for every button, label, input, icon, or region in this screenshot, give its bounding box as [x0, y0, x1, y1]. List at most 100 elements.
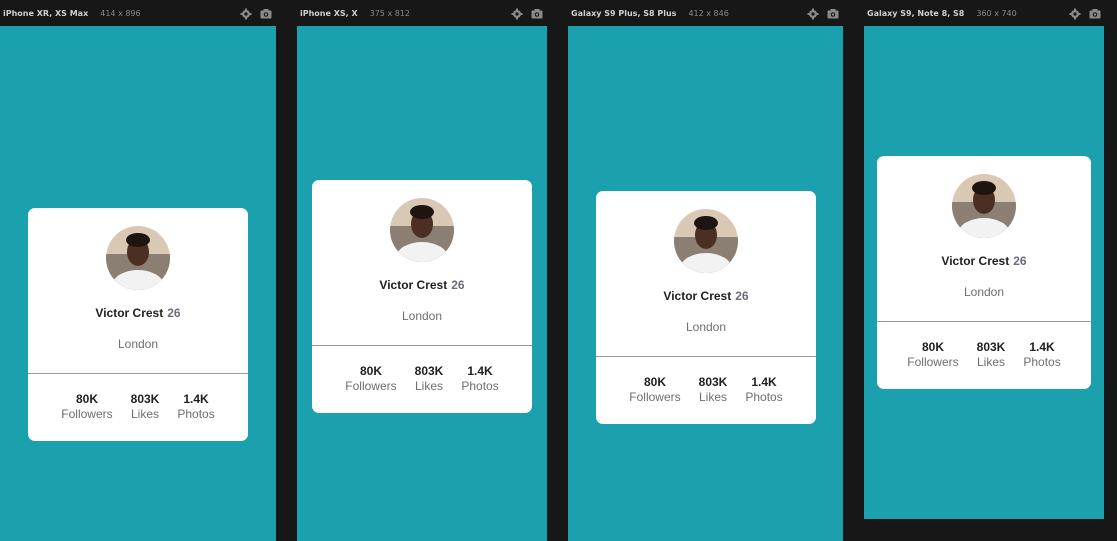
device-name: Galaxy S9 Plus, S8 Plus — [571, 8, 677, 18]
stat-likes: 803K Likes — [977, 340, 1006, 370]
profile-name: Victor Crest — [663, 289, 732, 303]
stat-label: Photos — [461, 379, 499, 393]
stat-label: Likes — [976, 355, 1005, 369]
stat-label: Likes — [414, 379, 443, 393]
device-name: iPhone XR, XS Max — [3, 8, 89, 18]
device-frame-iphone-xr: iPhone XR, XS Max 414 x 896 Victor Crest… — [0, 0, 276, 541]
profile-card: Victor Crest 26 London 80K Followers 803K L… — [877, 156, 1091, 389]
device-frame-galaxy-s9: Galaxy S9, Note 8, S8 360 x 740 Victor C… — [864, 0, 1104, 541]
device-size: 414 x 896 — [100, 8, 141, 18]
profile-name-line: Victor Crest 26 — [312, 278, 532, 292]
device-tools — [807, 8, 839, 20]
stat-photos: 1.4K Photos — [1023, 340, 1060, 370]
camera-icon[interactable] — [531, 8, 543, 20]
stat-value: 1.4K — [751, 375, 777, 389]
profile-stats: 80K Followers 803K Likes 1.4K Photos — [312, 346, 532, 394]
profile-stats: 80K Followers 803K Likes 1.4K Photos — [877, 322, 1091, 370]
profile-card: Victor Crest 26 London 80K Followers 803K L… — [28, 208, 248, 441]
camera-icon[interactable] — [260, 8, 272, 20]
stat-value: 80K — [359, 364, 382, 378]
device-screen: Victor Crest 26 London 80K Followers 803K L… — [0, 26, 276, 541]
profile-card: Victor Crest 26 London 80K Followers 803K L… — [596, 191, 816, 424]
stat-label: Photos — [745, 390, 783, 404]
avatar-photo — [674, 209, 738, 273]
device-screen: Victor Crest 26 London 80K Followers 803K L… — [297, 26, 547, 541]
device-frame-iphone-xs: iPhone XS, X 375 x 812 Victor Crest 26 Lo… — [297, 0, 547, 541]
gear-icon[interactable] — [240, 8, 252, 20]
stat-value: 80K — [921, 340, 944, 354]
stat-value: 1.4K — [467, 364, 493, 378]
profile-stats: 80K Followers 803K Likes 1.4K Photos — [596, 357, 816, 405]
device-tools — [511, 8, 543, 20]
gear-icon[interactable] — [1069, 8, 1081, 20]
avatar[interactable] — [674, 209, 738, 273]
gear-icon[interactable] — [807, 8, 819, 20]
stat-value: 803K — [698, 375, 728, 389]
profile-name-line: Victor Crest 26 — [28, 306, 248, 320]
stat-value: 80K — [75, 392, 98, 406]
device-name: Galaxy S9, Note 8, S8 — [867, 8, 965, 18]
profile-name: Victor Crest — [941, 254, 1010, 268]
stat-likes: 803K Likes — [415, 364, 444, 394]
profile-age: 26 — [167, 306, 181, 320]
stat-label: Photos — [177, 407, 215, 421]
device-toolbar: Galaxy S9 Plus, S8 Plus 412 x 846 — [568, 0, 843, 26]
stat-photos: 1.4K Photos — [745, 375, 782, 405]
profile-city: London — [401, 309, 443, 323]
stat-followers: 80K Followers — [61, 392, 112, 422]
profile-name-line: Victor Crest 26 — [596, 289, 816, 303]
avatar[interactable] — [952, 174, 1016, 238]
stat-likes: 803K Likes — [131, 392, 160, 422]
stat-photos: 1.4K Photos — [177, 392, 214, 422]
camera-icon[interactable] — [1089, 8, 1101, 20]
stat-value: 80K — [643, 375, 666, 389]
avatar[interactable] — [106, 226, 170, 290]
avatar-photo — [390, 198, 454, 262]
profile-age: 26 — [735, 289, 749, 303]
avatar-photo — [106, 226, 170, 290]
avatar-photo — [952, 174, 1016, 238]
profile-city: London — [685, 320, 727, 334]
avatar[interactable] — [390, 198, 454, 262]
stat-label: Photos — [1023, 355, 1061, 369]
profile-card: Victor Crest 26 London 80K Followers 803K L… — [312, 180, 532, 413]
device-screen: Victor Crest 26 London 80K Followers 803K L… — [864, 26, 1104, 519]
device-size: 375 x 812 — [369, 8, 410, 18]
profile-name: Victor Crest — [95, 306, 164, 320]
stat-followers: 80K Followers — [629, 375, 680, 405]
device-frame-galaxy-s9-plus: Galaxy S9 Plus, S8 Plus 412 x 846 Victor… — [568, 0, 843, 541]
device-toolbar: iPhone XR, XS Max 414 x 896 — [0, 0, 276, 26]
stat-label: Likes — [698, 390, 727, 404]
profile-name: Victor Crest — [379, 278, 448, 292]
profile-city: London — [963, 285, 1005, 299]
device-tools — [240, 8, 272, 20]
stat-followers: 80K Followers — [345, 364, 396, 394]
stat-value: 803K — [130, 392, 160, 406]
device-name: iPhone XS, X — [300, 8, 358, 18]
device-tools — [1069, 8, 1101, 20]
profile-stats: 80K Followers 803K Likes 1.4K Photos — [28, 374, 248, 422]
profile-city: London — [117, 337, 159, 351]
gear-icon[interactable] — [511, 8, 523, 20]
profile-name-line: Victor Crest 26 — [877, 254, 1091, 268]
profile-age: 26 — [451, 278, 465, 292]
stat-label: Followers — [907, 355, 959, 369]
stat-followers: 80K Followers — [907, 340, 958, 370]
profile-age: 26 — [1013, 254, 1027, 268]
stat-label: Followers — [345, 379, 397, 393]
stat-likes: 803K Likes — [699, 375, 728, 405]
device-screen: Victor Crest 26 London 80K Followers 803K L… — [568, 26, 843, 541]
stat-value: 1.4K — [1029, 340, 1055, 354]
stat-value: 1.4K — [183, 392, 209, 406]
device-toolbar: Galaxy S9, Note 8, S8 360 x 740 — [864, 0, 1104, 26]
stat-label: Followers — [61, 407, 113, 421]
device-size: 360 x 740 — [976, 8, 1017, 18]
camera-icon[interactable] — [827, 8, 839, 20]
device-toolbar: iPhone XS, X 375 x 812 — [297, 0, 547, 26]
stat-value: 803K — [976, 340, 1006, 354]
stat-value: 803K — [414, 364, 444, 378]
stat-photos: 1.4K Photos — [461, 364, 498, 394]
stat-label: Followers — [629, 390, 681, 404]
stat-label: Likes — [130, 407, 159, 421]
device-size: 412 x 846 — [688, 8, 729, 18]
